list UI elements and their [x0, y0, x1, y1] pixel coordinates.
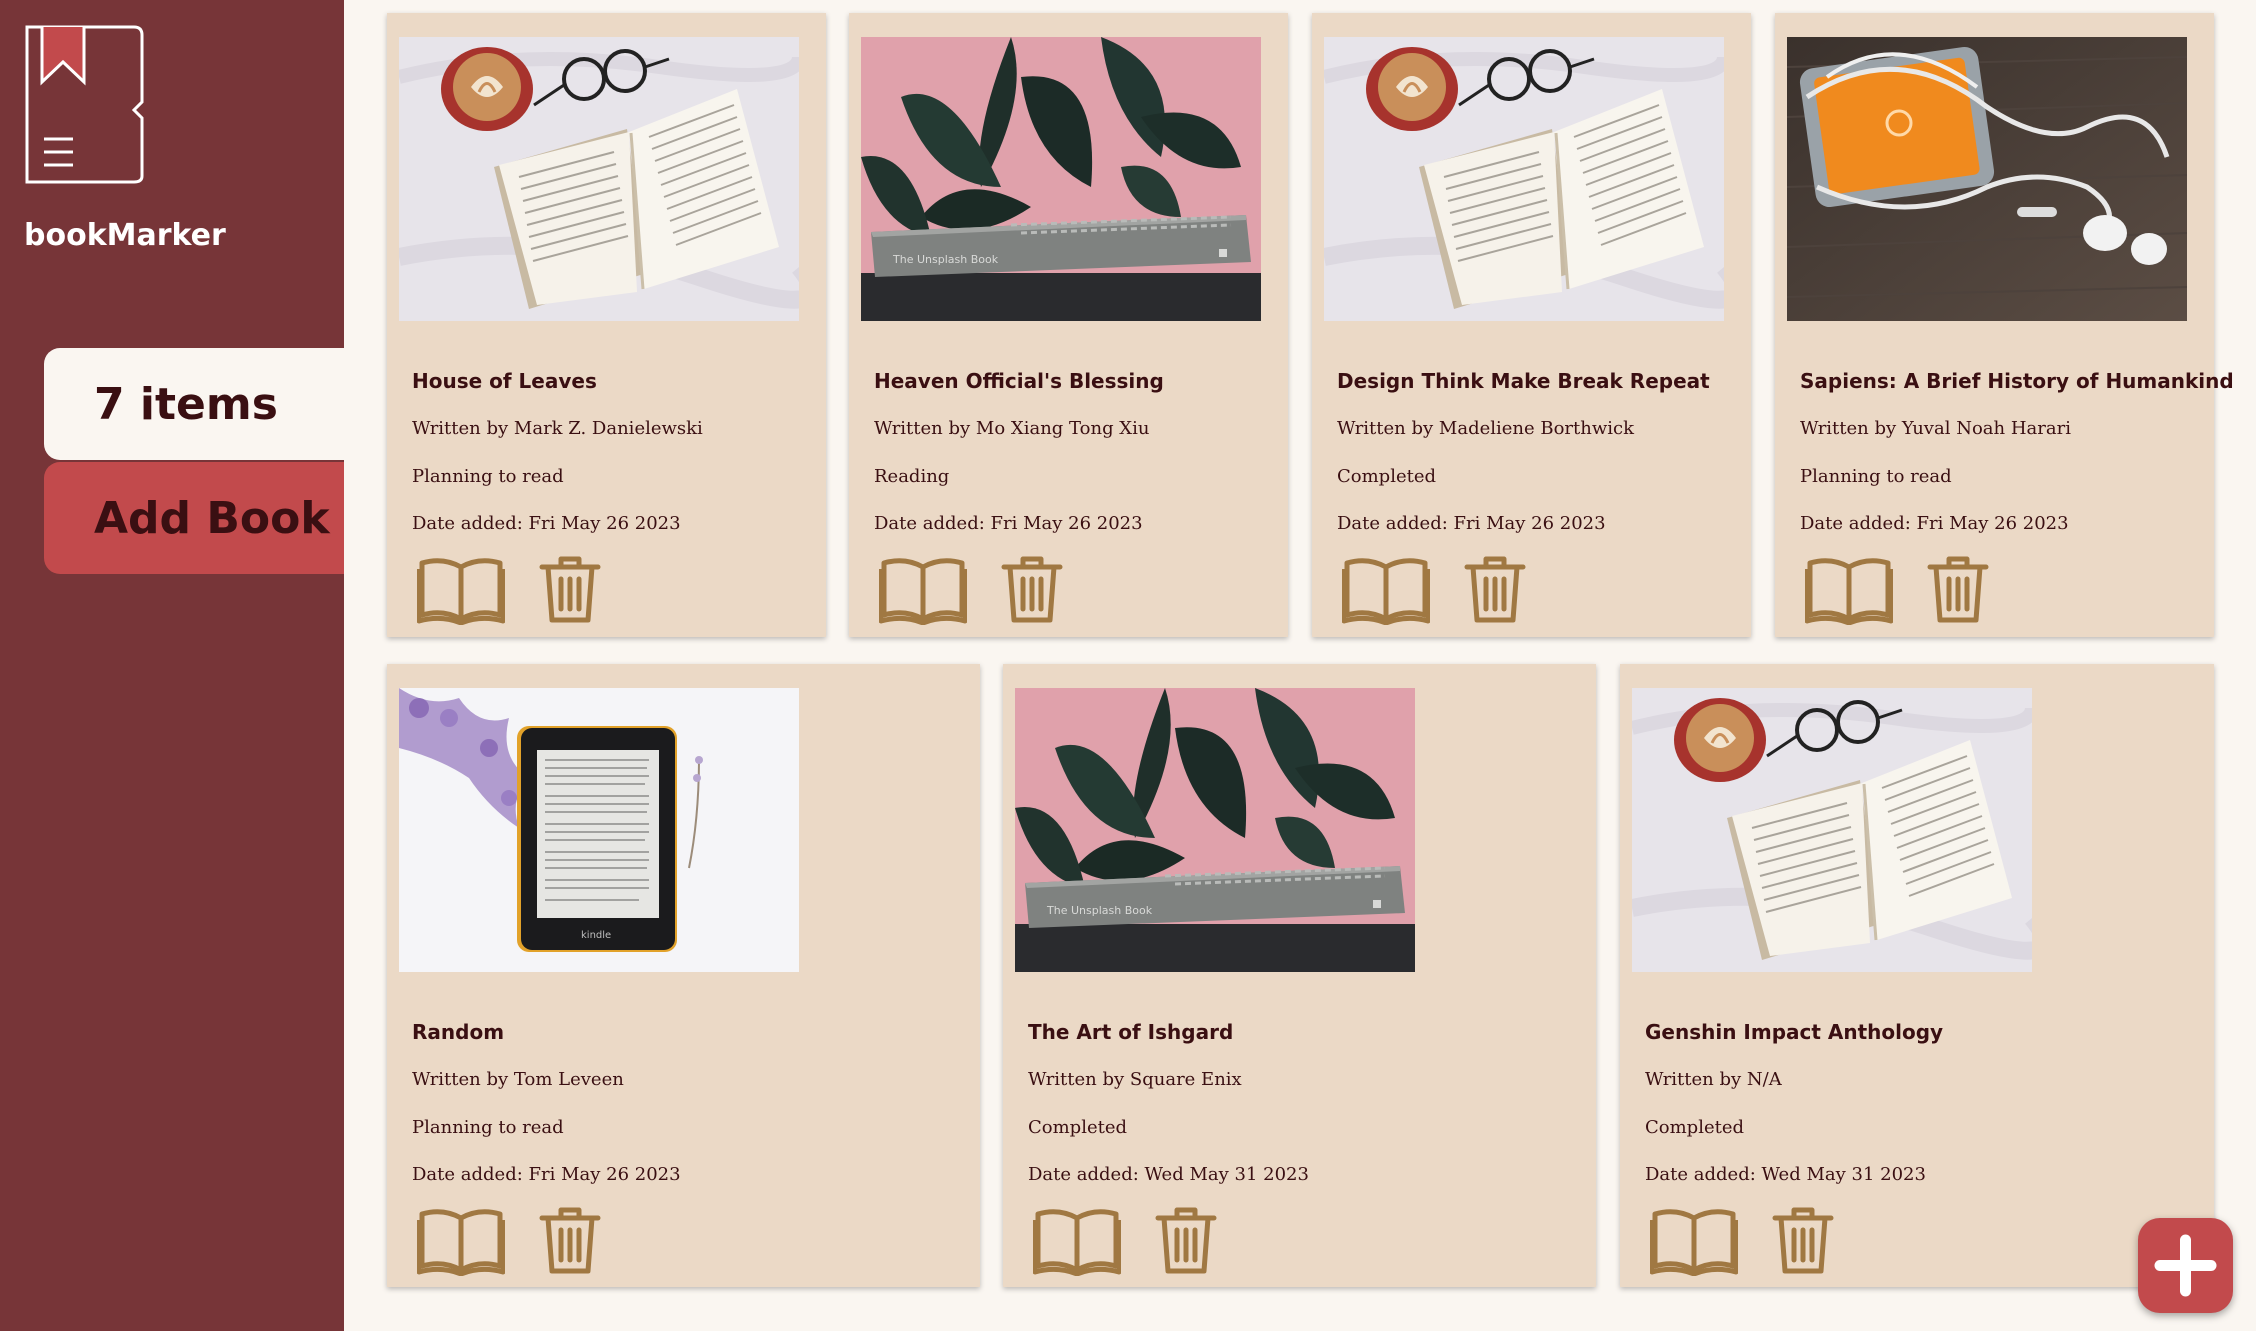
- delete-book-button[interactable]: [1001, 555, 1063, 625]
- open-book-icon: [1032, 1209, 1122, 1277]
- book-status: Planning to read: [412, 1117, 564, 1138]
- book-cover-image: [1324, 37, 1724, 321]
- book-cover-image: [1787, 37, 2187, 321]
- book-title: Heaven Official's Blessing: [874, 369, 1164, 393]
- book-date-added: Date added: Fri May 26 2023: [874, 513, 1143, 534]
- book-cover-image: kindle: [399, 688, 799, 972]
- add-book-fab[interactable]: [2138, 1218, 2233, 1313]
- delete-book-button[interactable]: [1155, 1206, 1217, 1276]
- book-card: House of Leaves Written by Mark Z. Danie…: [387, 13, 826, 637]
- book-date-added: Date added: Fri May 26 2023: [412, 1164, 681, 1185]
- book-title: Design Think Make Break Repeat: [1337, 369, 1710, 393]
- trash-icon: [1772, 1207, 1834, 1274]
- trash-icon: [1001, 556, 1063, 623]
- open-book-icon: [878, 558, 968, 626]
- book-date-added: Date added: Fri May 26 2023: [1800, 513, 2069, 534]
- delete-book-button[interactable]: [539, 1206, 601, 1276]
- book-date-added: Date added: Wed May 31 2023: [1645, 1164, 1926, 1185]
- brand-name: bookMarker: [24, 218, 226, 253]
- plus-icon: [2154, 1234, 2217, 1297]
- open-book-icon: [416, 558, 506, 626]
- book-card: kindle Random Written by Tom Leveen Plan…: [387, 664, 980, 1287]
- bookmark-logo-icon: [24, 24, 146, 184]
- read-book-button[interactable]: [1804, 555, 1894, 626]
- book-title: The Art of Ishgard: [1028, 1020, 1234, 1044]
- book-date-added: Date added: Wed May 31 2023: [1028, 1164, 1309, 1185]
- book-card: The Unsplash Book The Art of Ishgard Wri…: [1003, 664, 1596, 1287]
- add-book-button[interactable]: Add Book: [44, 462, 344, 574]
- book-author: Written by Mo Xiang Tong Xiu: [874, 418, 1150, 439]
- book-author: Written by Madeliene Borthwick: [1337, 418, 1635, 439]
- read-book-button[interactable]: [1649, 1206, 1739, 1277]
- open-book-icon: [1649, 1209, 1739, 1277]
- book-card: Design Think Make Break Repeat Written b…: [1312, 13, 1751, 637]
- delete-book-button[interactable]: [1927, 555, 1989, 625]
- svg-text:The Unsplash Book: The Unsplash Book: [892, 253, 999, 266]
- book-title: Sapiens: A Brief History of Humankind: [1800, 369, 2234, 393]
- book-cover-image: The Unsplash Book: [861, 37, 1261, 321]
- sidebar: bookMarker 7 items Add Book: [0, 0, 344, 1331]
- book-status: Completed: [1028, 1117, 1128, 1138]
- read-book-button[interactable]: [416, 555, 506, 626]
- svg-text:kindle: kindle: [581, 930, 611, 941]
- book-cover-image: [399, 37, 799, 321]
- svg-text:The Unsplash Book: The Unsplash Book: [1046, 904, 1153, 917]
- delete-book-button[interactable]: [1772, 1206, 1834, 1276]
- open-book-icon: [416, 1209, 506, 1277]
- book-status: Completed: [1645, 1117, 1745, 1138]
- book-author: Written by Square Enix: [1028, 1069, 1242, 1090]
- book-date-added: Date added: Fri May 26 2023: [412, 513, 681, 534]
- book-cover-image: The Unsplash Book: [1015, 688, 1415, 972]
- book-title: Random: [412, 1020, 505, 1044]
- trash-icon: [1464, 556, 1526, 623]
- book-status: Completed: [1337, 466, 1437, 487]
- delete-book-button[interactable]: [539, 555, 601, 625]
- open-book-icon: [1341, 558, 1431, 626]
- book-author: Written by Yuval Noah Harari: [1800, 418, 2071, 439]
- book-card: The Unsplash Book Heaven Official's Bles…: [849, 13, 1288, 637]
- delete-book-button[interactable]: [1464, 555, 1526, 625]
- book-author: Written by N/A: [1645, 1069, 1782, 1090]
- book-title: Genshin Impact Anthology: [1645, 1020, 1944, 1044]
- book-title: House of Leaves: [412, 369, 597, 393]
- book-author: Written by Mark Z. Danielewski: [412, 418, 703, 439]
- trash-icon: [1927, 556, 1989, 623]
- trash-icon: [539, 556, 601, 623]
- read-book-button[interactable]: [1341, 555, 1431, 626]
- book-status: Planning to read: [412, 466, 564, 487]
- read-book-button[interactable]: [416, 1206, 506, 1277]
- book-card: Sapiens: A Brief History of Humankind Wr…: [1775, 13, 2234, 637]
- book-author: Written by Tom Leveen: [412, 1069, 624, 1090]
- book-cover-image: [1632, 688, 2032, 972]
- read-book-button[interactable]: [1032, 1206, 1122, 1277]
- trash-icon: [1155, 1207, 1217, 1274]
- book-date-added: Date added: Fri May 26 2023: [1337, 513, 1606, 534]
- open-book-icon: [1804, 558, 1894, 626]
- sidebar-item-count[interactable]: 7 items: [44, 348, 344, 460]
- book-status: Reading: [874, 466, 950, 487]
- trash-icon: [539, 1207, 601, 1274]
- book-card: Genshin Impact Anthology Written by N/A …: [1620, 664, 2214, 1287]
- read-book-button[interactable]: [878, 555, 968, 626]
- book-status: Planning to read: [1800, 466, 1952, 487]
